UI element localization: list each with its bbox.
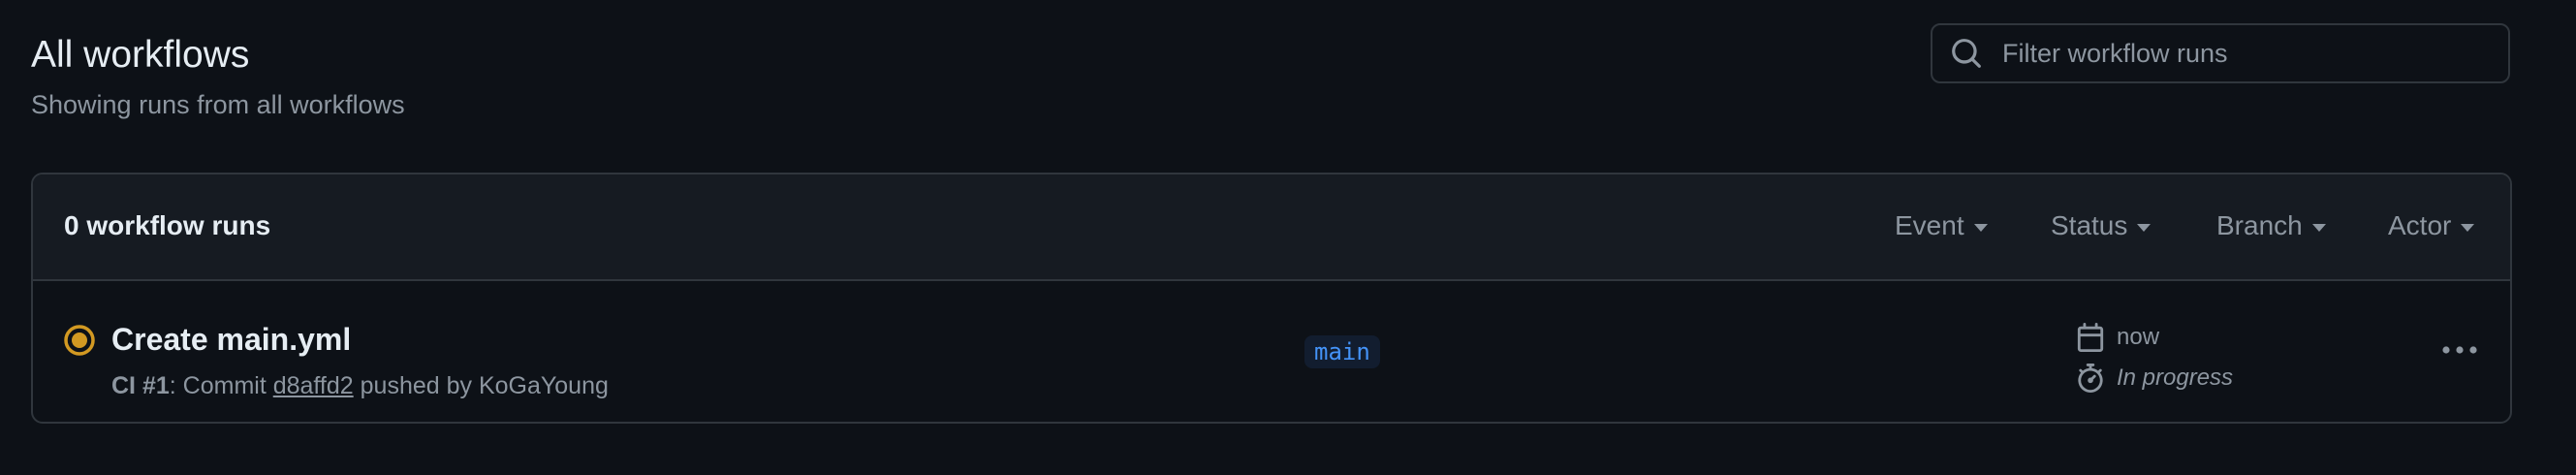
filter-workflow-runs-input[interactable] [2000,37,2493,70]
page-subtitle: Showing runs from all workflows [31,90,405,119]
run-options-button[interactable] [2435,332,2485,370]
event-filter-dropdown[interactable]: Event [1895,207,1988,244]
chevron-down-icon [2461,223,2475,232]
stopwatch-icon [2076,363,2105,394]
commit-sha-link[interactable]: d8affd2 [273,372,354,399]
run-title-link[interactable]: Create main.yml [111,320,351,359]
actor-filter-label: Actor [2388,210,2452,240]
branch-filter-label: Branch [2216,210,2303,240]
workflow-run-number: CI #1 [111,372,170,399]
branch-label[interactable]: main [1304,335,1380,368]
kebab-horizontal-icon [2441,342,2478,360]
run-meta: CI #1: Commit d8affd2 pushed by KoGaYoun… [111,370,609,401]
event-filter-label: Event [1895,210,1964,240]
runs-box-header: 0 workflow runs Event Status Branch Acto… [33,174,2510,281]
workflow-run-row[interactable]: Create main.yml CI #1: Commit d8affd2 pu… [33,281,2510,422]
run-time: now [2076,322,2159,353]
chevron-down-icon [1973,223,1988,232]
chevron-down-icon [2137,223,2152,232]
branch-filter-dropdown[interactable]: Branch [2216,207,2326,244]
run-duration-text: In progress [2117,364,2234,391]
in-progress-dot-icon [63,324,96,357]
run-time-text: now [2117,324,2160,350]
meta-suffix: pushed by KoGaYoung [353,372,609,399]
chevron-down-icon [2311,223,2326,232]
workflow-runs-count: 0 workflow runs [64,210,271,240]
workflows-page: All workflows Showing runs from all work… [0,0,2576,475]
status-filter-label: Status [2051,210,2128,240]
workflow-runs-box: 0 workflow runs Event Status Branch Acto… [31,173,2512,424]
calendar-icon [2076,322,2105,353]
search-icon [1950,37,1983,70]
meta-prefix: : Commit [169,372,273,399]
page-title: All workflows [31,34,250,76]
actor-filter-dropdown[interactable]: Actor [2388,207,2475,244]
status-filter-dropdown[interactable]: Status [2051,207,2152,244]
filter-search-box[interactable] [1931,23,2510,83]
run-duration: In progress [2076,363,2233,394]
